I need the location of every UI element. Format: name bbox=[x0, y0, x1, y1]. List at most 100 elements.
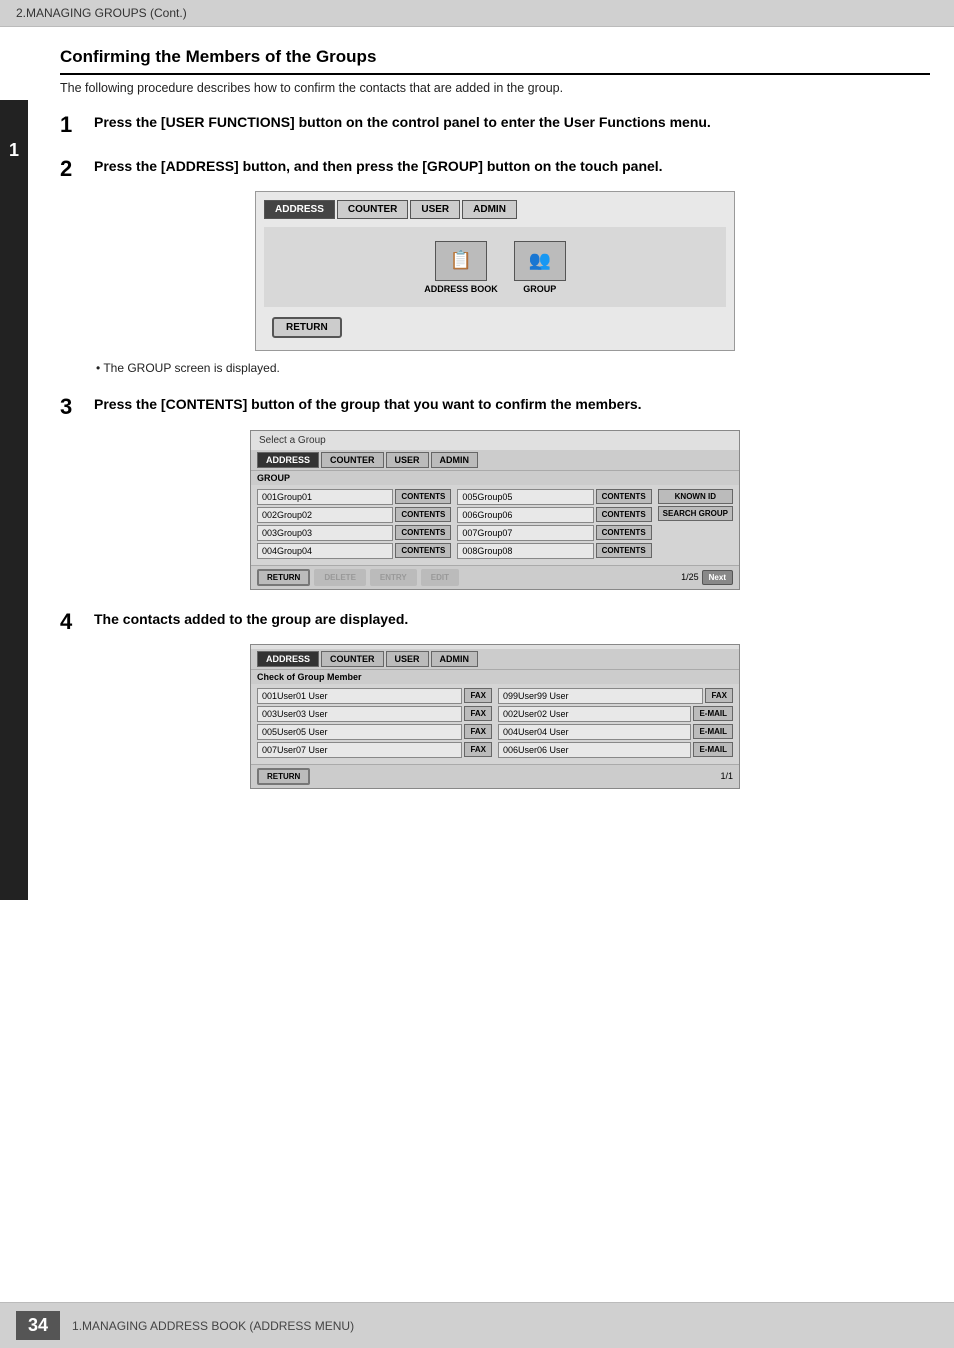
group-row-004: 004Group04 CONTENTS bbox=[257, 543, 451, 559]
screen3-tab-admin[interactable]: ADMIN bbox=[431, 651, 479, 667]
screen1-tab-counter[interactable]: COUNTER bbox=[337, 200, 408, 219]
member-row-001user01: 001User01 User FAX bbox=[257, 688, 492, 704]
group-name-007: 007Group07 bbox=[457, 525, 593, 541]
member-name-002user02: 002User02 User bbox=[498, 706, 691, 722]
member-type-003user03: FAX bbox=[464, 706, 492, 721]
screen3-tabbar: ADDRESS COUNTER USER ADMIN bbox=[251, 649, 739, 669]
step-3-block: 3 Press the [CONTENTS] button of the gro… bbox=[60, 395, 930, 589]
screen2-tab-user[interactable]: USER bbox=[386, 452, 429, 468]
contents-btn-008[interactable]: CONTENTS bbox=[596, 543, 652, 558]
member-row-002user02: 002User02 User E-MAIL bbox=[498, 706, 733, 722]
screen3-page-info: 1/1 bbox=[720, 771, 733, 781]
group-row-002: 002Group02 CONTENTS bbox=[257, 507, 451, 523]
screen1-return-button[interactable]: RETURN bbox=[272, 317, 342, 338]
screen3-tab-counter[interactable]: COUNTER bbox=[321, 651, 384, 667]
search-group-button[interactable]: SEARCH GROUP bbox=[658, 506, 733, 521]
step-3-header: 3 Press the [CONTENTS] button of the gro… bbox=[60, 395, 930, 419]
header-text: 2.MANAGING GROUPS (Cont.) bbox=[16, 6, 187, 20]
screen2-return-button[interactable]: RETURN bbox=[257, 569, 310, 586]
group-name-001: 001Group01 bbox=[257, 489, 393, 505]
address-book-icon: 📋 bbox=[435, 241, 487, 281]
step-4-number: 4 bbox=[60, 610, 88, 634]
side-tab-number: 1 bbox=[9, 140, 19, 161]
screen1-tab-user[interactable]: USER bbox=[410, 200, 460, 219]
group-row-006: 006Group06 CONTENTS bbox=[457, 507, 651, 523]
screen1-tab-address[interactable]: ADDRESS bbox=[264, 200, 335, 219]
group-name-005: 005Group05 bbox=[457, 489, 593, 505]
step-2-header: 2 Press the [ADDRESS] button, and then p… bbox=[60, 157, 930, 181]
screen3-tab-user[interactable]: USER bbox=[386, 651, 429, 667]
contents-btn-006[interactable]: CONTENTS bbox=[596, 507, 652, 522]
screen3-page-number: 1/1 bbox=[720, 771, 733, 781]
member-row-003user03: 003User03 User FAX bbox=[257, 706, 492, 722]
step-4-text: The contacts added to the group are disp… bbox=[94, 610, 408, 630]
member-row-006user06: 006User06 User E-MAIL bbox=[498, 742, 733, 758]
screen2-group-label: GROUP bbox=[251, 470, 739, 485]
member-name-001user01: 001User01 User bbox=[257, 688, 462, 704]
contents-btn-007[interactable]: CONTENTS bbox=[596, 525, 652, 540]
step-2-block: 2 Press the [ADDRESS] button, and then p… bbox=[60, 157, 930, 375]
screen2-entry-button[interactable]: ENTRY bbox=[370, 569, 417, 586]
member-name-099user99: 099User99 User bbox=[498, 688, 703, 704]
group-icon: 👥 bbox=[514, 241, 566, 281]
group-name-004: 004Group04 bbox=[257, 543, 393, 559]
screen2-title: Select a Group bbox=[251, 431, 739, 450]
screen1-tab-admin[interactable]: ADMIN bbox=[462, 200, 517, 219]
group-name-002: 002Group02 bbox=[257, 507, 393, 523]
group-row-007: 007Group07 CONTENTS bbox=[457, 525, 651, 541]
contents-btn-004[interactable]: CONTENTS bbox=[395, 543, 451, 558]
screen1-mockup: ADDRESS COUNTER USER ADMIN 📋 ADDRESS BOO… bbox=[255, 191, 735, 351]
member-row-007user07: 007User07 User FAX bbox=[257, 742, 492, 758]
contents-btn-001[interactable]: CONTENTS bbox=[395, 489, 451, 504]
address-book-icon-btn[interactable]: 📋 ADDRESS BOOK bbox=[424, 241, 498, 294]
group-name-006: 006Group06 bbox=[457, 507, 593, 523]
contents-btn-005[interactable]: CONTENTS bbox=[596, 489, 652, 504]
step-2-text: Press the [ADDRESS] button, and then pre… bbox=[94, 157, 663, 177]
member-name-007user07: 007User07 User bbox=[257, 742, 462, 758]
step-4-block: 4 The contacts added to the group are di… bbox=[60, 610, 930, 789]
screen2-groups-left: 001Group01 CONTENTS 002Group02 CONTENTS … bbox=[257, 489, 451, 561]
member-type-005user05: FAX bbox=[464, 724, 492, 739]
screen3-members-left: 001User01 User FAX 003User03 User FAX 00… bbox=[257, 688, 492, 760]
screen2-tab-counter[interactable]: COUNTER bbox=[321, 452, 384, 468]
main-content: Confirming the Members of the Groups The… bbox=[36, 27, 954, 829]
screen2-next-button[interactable]: Next bbox=[702, 570, 733, 585]
step-1-header: 1 Press the [USER FUNCTIONS] button on t… bbox=[60, 113, 930, 137]
contents-btn-002[interactable]: CONTENTS bbox=[395, 507, 451, 522]
footer-text: 1.MANAGING ADDRESS BOOK (ADDRESS MENU) bbox=[72, 1319, 354, 1333]
side-tab: 1 bbox=[0, 100, 28, 900]
contents-btn-003[interactable]: CONTENTS bbox=[395, 525, 451, 540]
step-3-number: 3 bbox=[60, 395, 88, 419]
step-3-text: Press the [CONTENTS] button of the group… bbox=[94, 395, 642, 415]
screen2-tab-admin[interactable]: ADMIN bbox=[431, 452, 479, 468]
group-row-003: 003Group03 CONTENTS bbox=[257, 525, 451, 541]
screen3-mockup: ADDRESS COUNTER USER ADMIN Check of Grou… bbox=[250, 644, 740, 789]
screen2-groups-right: 005Group05 CONTENTS 006Group06 CONTENTS … bbox=[457, 489, 651, 561]
bullet-note: • The GROUP screen is displayed. bbox=[96, 361, 930, 375]
member-type-007user07: FAX bbox=[464, 742, 492, 757]
group-icon-btn[interactable]: 👥 GROUP bbox=[514, 241, 566, 294]
group-row-005: 005Group05 CONTENTS bbox=[457, 489, 651, 505]
member-name-006user06: 006User06 User bbox=[498, 742, 691, 758]
member-type-004user04: E-MAIL bbox=[693, 724, 733, 739]
section-title: Confirming the Members of the Groups bbox=[60, 47, 930, 75]
screen2-sidebar: KNOWN ID SEARCH GROUP bbox=[658, 489, 733, 561]
screen3-return-button[interactable]: RETURN bbox=[257, 768, 310, 785]
group-row-001: 001Group01 CONTENTS bbox=[257, 489, 451, 505]
group-row-008: 008Group08 CONTENTS bbox=[457, 543, 651, 559]
screen3-title: Check of Group Member bbox=[251, 669, 739, 684]
screen2-delete-button[interactable]: DELETE bbox=[314, 569, 366, 586]
screen2-tab-address[interactable]: ADDRESS bbox=[257, 452, 319, 468]
screen3-footer: RETURN 1/1 bbox=[251, 764, 739, 788]
known-id-button[interactable]: KNOWN ID bbox=[658, 489, 733, 504]
screen2-edit-button[interactable]: EDIT bbox=[421, 569, 459, 586]
group-name-008: 008Group08 bbox=[457, 543, 593, 559]
member-name-004user04: 004User04 User bbox=[498, 724, 691, 740]
screen1-body: 📋 ADDRESS BOOK 👥 GROUP bbox=[264, 227, 726, 307]
intro-text: The following procedure describes how to… bbox=[60, 81, 930, 95]
group-label: GROUP bbox=[523, 284, 556, 294]
screen3-tab-address[interactable]: ADDRESS bbox=[257, 651, 319, 667]
member-type-006user06: E-MAIL bbox=[693, 742, 733, 757]
step-2-number: 2 bbox=[60, 157, 88, 181]
member-row-004user04: 004User04 User E-MAIL bbox=[498, 724, 733, 740]
